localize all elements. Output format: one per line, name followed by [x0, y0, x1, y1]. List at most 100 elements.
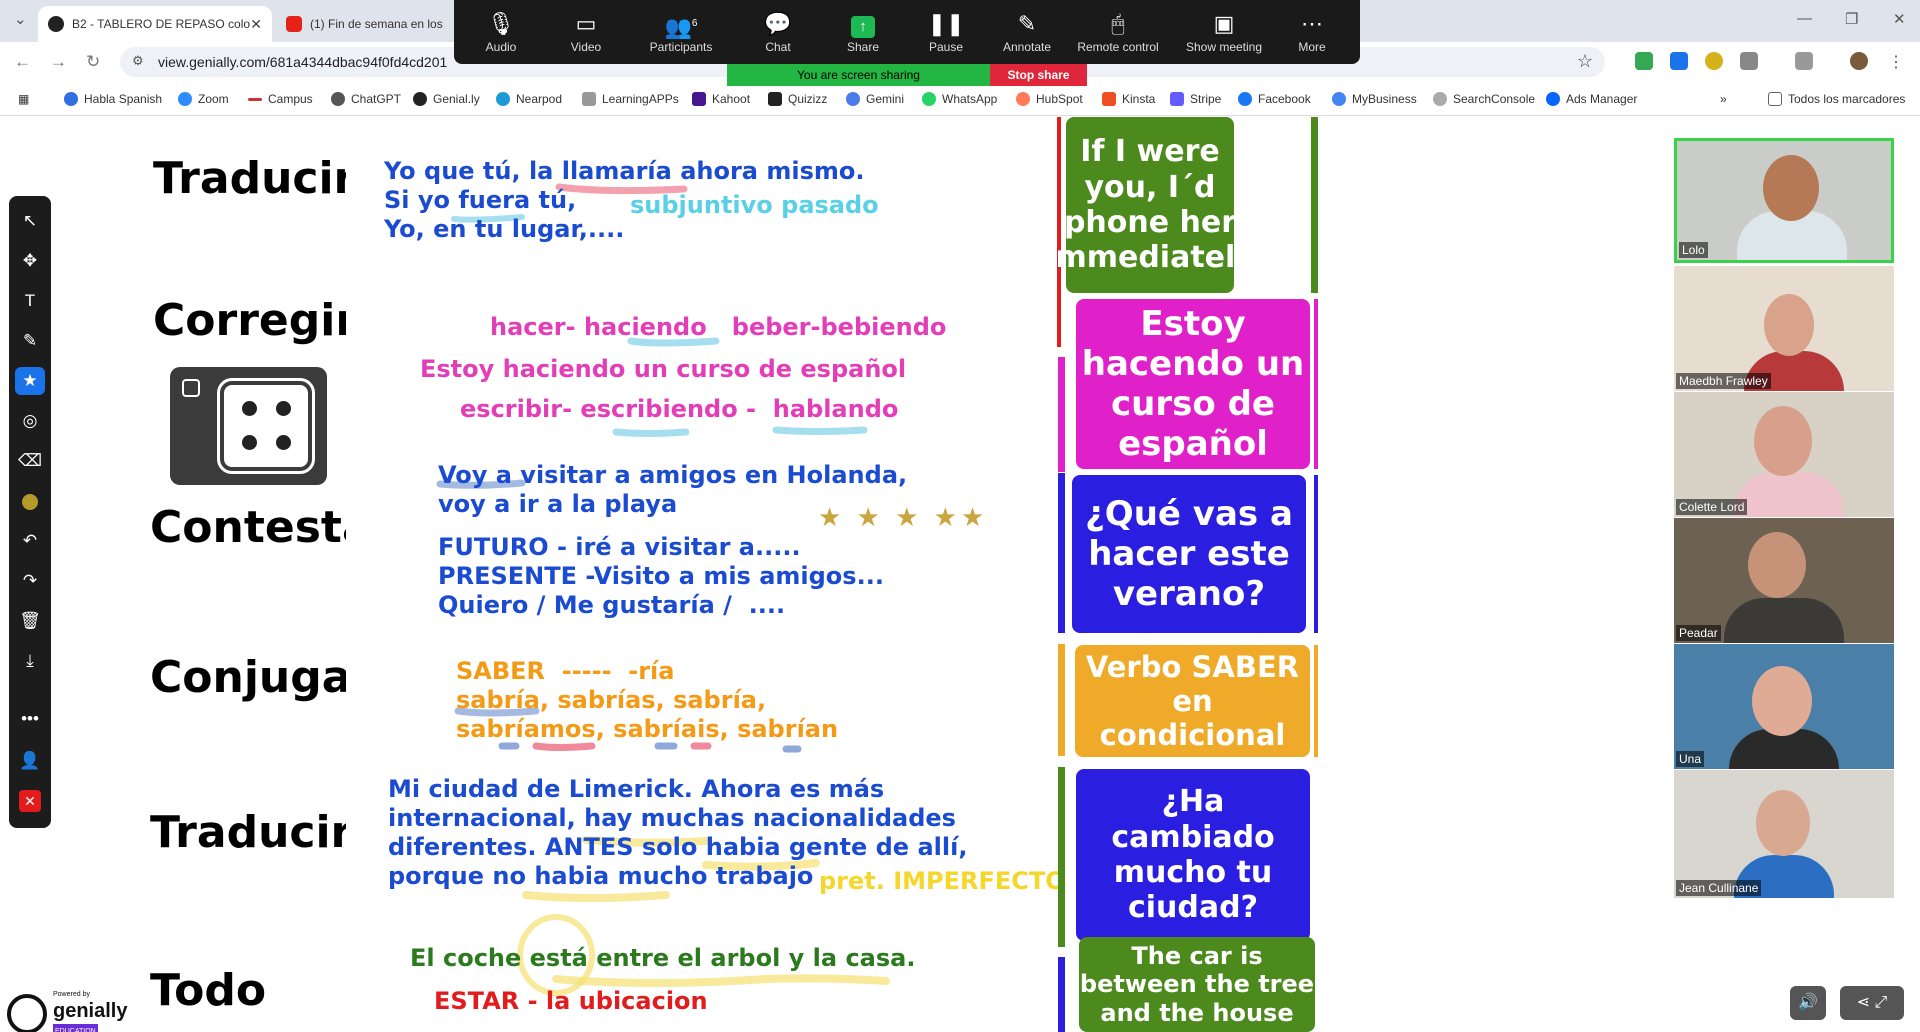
pause-icon: ❚❚ [927, 11, 965, 36]
tab-genially[interactable]: B2 - TABLERO DE REPASO color ✕ [38, 6, 272, 42]
undo-icon[interactable]: ↶ [9, 526, 51, 556]
tab-search-icon[interactable]: ⌄ [14, 10, 27, 28]
apps-icon[interactable]: ▦ [18, 92, 29, 106]
zoom-meeting-toolbar: 🎙 Audio ▭ Video 👥6 Participants 💬 Chat ↑ Shar… [454, 0, 1360, 64]
answer-card[interactable]: The car is between the tree and the hous… [1079, 937, 1315, 1032]
site-info-icon[interactable]: ⚙ [132, 53, 144, 69]
forward-icon[interactable]: → [50, 52, 67, 72]
menu-icon[interactable]: ⋮ [1888, 52, 1906, 71]
category-todo[interactable]: Todo [150, 965, 266, 1016]
video-button[interactable]: ▭ Video [544, 8, 628, 54]
bookmark-item[interactable]: Zoom [178, 92, 229, 106]
close-annotate-icon[interactable]: ✕ [9, 786, 51, 816]
more-icon[interactable]: ••• [9, 704, 51, 734]
participant-video[interactable]: Peadar [1674, 518, 1894, 643]
bookmark-item[interactable]: Quizizz [768, 92, 827, 106]
answer-card[interactable]: ¿Qué vas a hacer este verano? [1072, 475, 1306, 633]
bookmark-item[interactable]: Stripe [1170, 92, 1221, 106]
bookmark-item[interactable]: Gemini [846, 92, 904, 106]
bookmark-item[interactable]: ChatGPT [331, 92, 401, 106]
dice-button[interactable] [170, 367, 327, 485]
genially-board: Traducir Corregir Contesta Conjugar Trad… [0, 117, 1668, 1032]
back-icon[interactable]: ← [14, 52, 31, 72]
annotate-button[interactable]: ✎ Annotate [985, 8, 1069, 54]
color-icon[interactable] [9, 486, 51, 516]
answer-card[interactable]: Estoy hacendo un curso de español [1076, 299, 1310, 469]
text-icon[interactable]: T [9, 286, 51, 316]
youtube-favicon-icon [286, 16, 302, 32]
bookmark-item[interactable]: LearningAPPs [582, 92, 679, 106]
participant-name: Una [1676, 751, 1705, 767]
show-meeting-button[interactable]: ▣ Show meeting [1174, 8, 1274, 54]
redo-icon[interactable]: ↷ [9, 566, 51, 596]
stamp-icon[interactable]: ★ [9, 366, 51, 396]
tab-youtube[interactable]: (1) Fin de semana en los Pir [276, 6, 456, 42]
genially-logo[interactable]: Powered by genially EDUCATION [7, 987, 127, 1032]
card-edge [1058, 473, 1065, 633]
dice-small-icon [182, 379, 200, 397]
participant-video[interactable]: Maedbh Frawley [1674, 266, 1894, 391]
spotlight-icon[interactable]: ◎ [9, 406, 51, 436]
profile-avatar[interactable] [1850, 52, 1868, 70]
puzzle-icon[interactable] [1740, 52, 1758, 70]
audio-toggle-icon[interactable]: 🔊 [1790, 986, 1826, 1020]
participant-video[interactable]: Una [1674, 644, 1894, 769]
bookmark-item[interactable]: WhatsApp [922, 92, 997, 106]
select-icon[interactable]: ↖ [9, 206, 51, 236]
answer-card[interactable]: Verbo SABER en condicional [1075, 645, 1310, 757]
extension-icon[interactable] [1670, 52, 1688, 70]
bookmark-item[interactable]: Nearpod [496, 92, 562, 106]
close-window-icon[interactable]: ✕ [1893, 10, 1906, 28]
category-corregir[interactable]: Corregir [153, 295, 357, 346]
chat-button[interactable]: 💬 Chat [736, 8, 820, 54]
save-icon[interactable]: ⤓ [9, 646, 51, 676]
participant-video[interactable]: Jean Cullinane [1674, 770, 1894, 898]
participants-button[interactable]: 👥6 Participants [639, 8, 723, 54]
user-annotate-icon[interactable]: 👤 [9, 746, 51, 776]
drive-extension-icon[interactable] [1635, 52, 1653, 70]
remote-control-button[interactable]: 🖱 Remote control [1068, 8, 1168, 54]
bookmark-item[interactable]: HubSpot [1016, 92, 1083, 106]
category-conjugar[interactable]: Conjugar [150, 652, 373, 703]
answer-card[interactable]: If I were you, I´d phone her immediately [1045, 117, 1255, 293]
bookmark-item[interactable]: Facebook [1238, 92, 1311, 106]
reload-icon[interactable]: ↻ [86, 52, 100, 72]
bookmark-item[interactable]: MyBusiness [1332, 92, 1417, 106]
bookmark-item[interactable]: Habla Spanish [64, 92, 162, 106]
trash-extension-icon[interactable] [1795, 52, 1813, 70]
restore-icon[interactable]: ❐ [1845, 10, 1858, 28]
more-bookmarks-icon[interactable]: » [1720, 92, 1727, 106]
minimize-icon[interactable]: — [1797, 10, 1812, 27]
category-contesta[interactable]: Contesta [150, 502, 372, 553]
eraser-icon[interactable]: ⌫ [9, 446, 51, 476]
genially-logo-icon [7, 993, 47, 1032]
participant-video[interactable]: Colette Lord [1674, 392, 1894, 517]
share-fullscreen-buttons[interactable]: ⋖ ⤢ [1840, 986, 1904, 1020]
bookmark-item[interactable]: Ads Manager [1546, 92, 1637, 106]
participant-video[interactable]: Lolo [1674, 138, 1894, 263]
all-bookmarks[interactable]: Todos los marcadores [1768, 92, 1905, 106]
annotation-whiteboard[interactable]: Yo que tú, la llamaría ahora mismo. Si y… [346, 117, 1066, 1032]
answer-card[interactable]: ¿Ha cambiado mucho tu ciudad? [1076, 769, 1310, 941]
move-icon[interactable]: ✥ [9, 246, 51, 276]
wb-line: ESTAR - la ubicacion [434, 987, 708, 1015]
card-edge [1314, 299, 1318, 469]
audio-button[interactable]: 🎙 Audio [459, 8, 543, 54]
wb-line: subjuntivo pasado [630, 191, 879, 219]
category-traducir[interactable]: Traducir [153, 153, 355, 204]
bookmark-item[interactable]: Kinsta [1102, 92, 1155, 106]
pen-icon[interactable]: ✎ [9, 326, 51, 356]
more-button[interactable]: ⋯ More [1270, 8, 1354, 54]
pause-button[interactable]: ❚❚ Pause [904, 8, 988, 54]
bookmark-item[interactable]: SearchConsole [1433, 92, 1535, 106]
share-button[interactable]: ↑ Share [821, 8, 905, 54]
bookmark-item[interactable]: Campus [248, 92, 313, 106]
bookmark-item[interactable]: Kahoot [692, 92, 750, 106]
bookmark-star-icon[interactable]: ☆ [1577, 51, 1593, 72]
bookmark-item[interactable]: Genial.ly [413, 92, 480, 106]
trash-icon[interactable]: 🗑 [9, 606, 51, 636]
stop-share-button[interactable]: Stop share [990, 64, 1087, 86]
extension-icon[interactable] [1705, 52, 1723, 70]
category-traducir-2[interactable]: Traducir [150, 807, 352, 858]
close-icon[interactable]: ✕ [250, 16, 262, 33]
